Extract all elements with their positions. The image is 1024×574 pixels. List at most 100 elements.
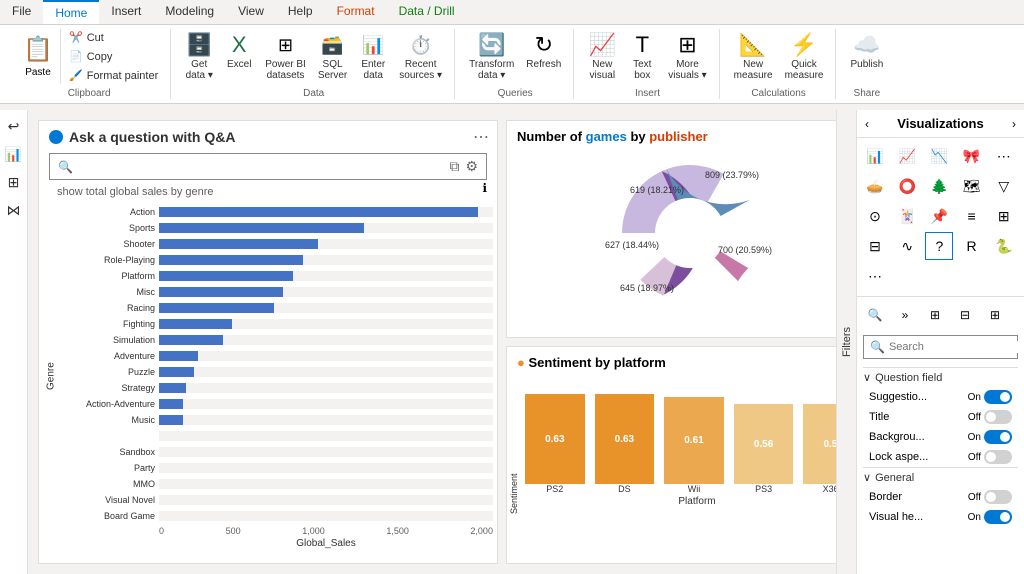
viz-filter-icon-5[interactable]: ⊞ [981, 301, 1009, 329]
tab-file[interactable]: File [0, 0, 43, 24]
data-view-button[interactable]: ⊞ [2, 170, 26, 194]
bar-container [159, 511, 493, 521]
left-sidebar: ↩ 📊 ⊞ ⋈ [0, 110, 28, 574]
cut-button[interactable]: ✂️ Cut [65, 29, 162, 46]
enter-data-button[interactable]: 📊 Enterdata [355, 29, 391, 83]
viz-icon-slicer[interactable]: ≡ [958, 202, 986, 230]
visualizations-panel: ‹ Visualizations › 📊 📈 📉 🎀 ⋯ 🥧 ⭕ 🌲 🗺 ▽ ⊙… [856, 110, 1024, 574]
enter-data-label: Enterdata [361, 59, 385, 81]
filters-sidebar[interactable]: Filters [836, 110, 856, 574]
publish-button[interactable]: ☁️ Publish [846, 29, 887, 72]
format-painter-button[interactable]: 🖌️ Format painter [65, 67, 162, 84]
title-toggle-wrap[interactable]: Off [968, 410, 1012, 424]
bar-container [159, 383, 493, 393]
qa-more-button[interactable]: ⋯ [473, 127, 489, 147]
viz-icon-py[interactable]: 🐍 [990, 232, 1018, 260]
copy-button[interactable]: 📄 Copy [65, 48, 162, 65]
viz-filter-icons: 🔍 » ⊞ ⊟ ⊞ [857, 299, 1024, 331]
refresh-button[interactable]: ↻ Refresh [522, 29, 565, 72]
qa-settings-icon[interactable]: ⚙ [465, 158, 478, 175]
title-toggle-switch[interactable] [984, 410, 1012, 424]
paste-button[interactable]: 📋 Paste [16, 29, 61, 84]
viz-icon-matrix[interactable]: ⊟ [861, 232, 889, 260]
viz-icon-funnel[interactable]: ▽ [990, 172, 1018, 200]
more-visuals-button[interactable]: ⊞ Morevisuals ▾ [664, 29, 710, 83]
tab-format[interactable]: Format [325, 0, 387, 24]
viz-filter-icon-2[interactable]: » [891, 301, 919, 329]
publish-label: Publish [850, 59, 883, 70]
visual-header-toggle-wrap[interactable]: On [968, 510, 1012, 524]
bar-label: Visual Novel [59, 495, 159, 505]
excel-button[interactable]: X Excel [221, 29, 257, 72]
tab-home[interactable]: Home [43, 0, 99, 24]
border-toggle-switch[interactable] [984, 490, 1012, 504]
new-measure-button[interactable]: 📐 Newmeasure [730, 29, 777, 83]
viz-icon-waterfall[interactable]: ∿ [893, 232, 921, 260]
viz-icon-kpi[interactable]: 📌 [925, 202, 953, 230]
viz-icon-scatter[interactable]: ⋯ [990, 142, 1018, 170]
bar-label: Shooter [59, 239, 159, 249]
viz-icon-line[interactable]: 📈 [893, 142, 921, 170]
get-data-button[interactable]: 🗄️ Getdata ▾ [181, 29, 217, 83]
viz-icon-area[interactable]: 📉 [925, 142, 953, 170]
tab-data-drill[interactable]: Data / Drill [387, 0, 467, 24]
viz-icon-more[interactable]: ⋯ [861, 262, 889, 290]
viz-icon-ribbon[interactable]: 🎀 [958, 142, 986, 170]
suggestion-toggle-wrap[interactable]: On [968, 390, 1012, 404]
power-bi-button[interactable]: ⊞ Power BIdatasets [261, 29, 310, 83]
tab-view[interactable]: View [226, 0, 276, 24]
viz-icon-tree[interactable]: 🌲 [925, 172, 953, 200]
model-view-button[interactable]: ⋈ [2, 198, 26, 222]
viz-icon-pie[interactable]: 🥧 [861, 172, 889, 200]
recent-sources-button[interactable]: ⏱️ Recentsources ▾ [395, 29, 446, 83]
viz-search-input[interactable] [889, 341, 1024, 353]
undo-button[interactable]: ↩ [2, 114, 26, 138]
sql-server-button[interactable]: 🗃️ SQLServer [314, 29, 351, 83]
qa-input[interactable]: show total global sales by genre [79, 160, 443, 174]
viz-icon-card[interactable]: 🃏 [893, 202, 921, 230]
qa-chart-inner: Genre ActionSportsShooterRole-PlayingPla… [39, 202, 497, 551]
general-section[interactable]: ∨ General [863, 467, 1018, 487]
qa-copy-icon[interactable]: ⧉ [449, 158, 459, 175]
excel-icon: X [225, 31, 253, 59]
suggestion-toggle-switch[interactable] [984, 390, 1012, 404]
lock-aspect-toggle-switch[interactable] [984, 450, 1012, 464]
svg-text:627 (18.44%): 627 (18.44%) [605, 240, 659, 250]
viz-filter-icon-3[interactable]: ⊞ [921, 301, 949, 329]
viz-icon-bar[interactable]: 📊 [861, 142, 889, 170]
tab-modeling[interactable]: Modeling [153, 0, 226, 24]
background-toggle-switch[interactable] [984, 430, 1012, 444]
transform-button[interactable]: 🔄 Transformdata ▾ [465, 29, 518, 83]
bar-label: Action [59, 207, 159, 217]
viz-icon-gauge[interactable]: ⊙ [861, 202, 889, 230]
viz-icon-table[interactable]: ⊞ [990, 202, 1018, 230]
background-toggle-wrap[interactable]: On [968, 430, 1012, 444]
viz-icon-donut[interactable]: ⭕ [893, 172, 921, 200]
get-data-label: Getdata ▾ [186, 59, 213, 81]
new-visual-button[interactable]: 📈 Newvisual [584, 29, 620, 83]
visual-header-toggle-switch[interactable] [984, 510, 1012, 524]
border-toggle-label: Border [869, 491, 902, 503]
quick-measure-button[interactable]: ⚡ Quickmeasure [781, 29, 828, 83]
bar-row: Shooter [59, 236, 493, 252]
qa-x-axis-label: Global_Sales [159, 538, 493, 549]
viz-collapse-button[interactable]: ‹ [865, 117, 869, 131]
bar-label: Board Game [59, 511, 159, 521]
viz-icon-qa[interactable]: ? [925, 232, 953, 260]
report-view-button[interactable]: 📊 [2, 142, 26, 166]
tab-insert[interactable]: Insert [99, 0, 153, 24]
question-field-section[interactable]: ∨ Question field [863, 367, 1018, 387]
border-toggle-wrap[interactable]: Off [968, 490, 1012, 504]
qa-suggestion[interactable]: show total global sales by genre [39, 184, 497, 202]
sentiment-title: ● Sentiment by platform [507, 347, 873, 374]
sentiment-title-4: platform [614, 355, 666, 370]
viz-icon-map[interactable]: 🗺 [958, 172, 986, 200]
viz-expand-button[interactable]: › [1012, 117, 1016, 131]
viz-icon-r[interactable]: R [958, 232, 986, 260]
text-box-button[interactable]: T Textbox [624, 29, 660, 83]
qa-header: Ask a question with Q&A [39, 121, 497, 149]
viz-filter-icon-1[interactable]: 🔍 [861, 301, 889, 329]
tab-help[interactable]: Help [276, 0, 325, 24]
lock-aspect-toggle-wrap[interactable]: Off [968, 450, 1012, 464]
viz-filter-icon-4[interactable]: ⊟ [951, 301, 979, 329]
